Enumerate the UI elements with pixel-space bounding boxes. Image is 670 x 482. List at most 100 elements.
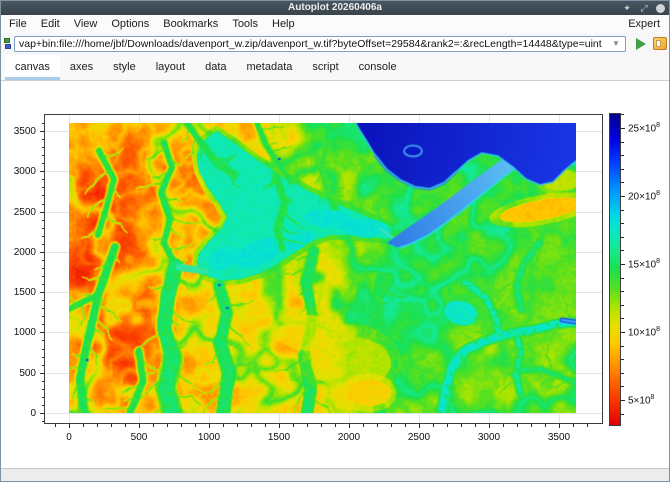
x-axis-minor-tick [167,424,168,427]
x-axis-minor-tick [433,424,434,427]
colorbar-minor-tick [621,182,624,183]
y-axis-minor-tick [42,260,45,261]
x-tick-label: 3500 [539,432,579,443]
y-axis-minor-tick [42,365,45,366]
x-axis-minor-tick [545,424,546,427]
x-axis-minor-tick [125,424,126,427]
y-axis-minor-tick [42,220,45,221]
y-axis-minor-tick [42,340,45,341]
y-tick-label: 3500 [2,126,36,137]
colorbar-tick-label: 5×108 [628,394,654,406]
colorbar-minor-tick [621,250,624,251]
y-axis-major-tick [40,292,44,293]
elevation-heatmap-image[interactable] [69,123,576,413]
x-axis-minor-tick [517,424,518,427]
x-tick-label: 2500 [399,432,439,443]
x-axis-minor-tick [377,424,378,427]
x-axis-minor-tick [573,424,574,427]
x-axis-minor-tick [265,424,266,427]
colorbar-minor-tick [621,223,624,224]
y-axis-minor-tick [42,324,45,325]
x-axis-minor-tick [335,424,336,427]
x-axis-minor-tick [293,424,294,427]
x-axis-major-tick [419,424,420,428]
colorbar-minor-tick [621,114,624,115]
y-axis-major-tick [40,252,44,253]
y-axis-minor-tick [42,389,45,390]
x-axis-minor-tick [223,424,224,427]
y-gridline [45,413,603,414]
colorbar-minor-tick [621,278,624,279]
y-axis-minor-tick [42,381,45,382]
x-axis-minor-tick [363,424,364,427]
x-axis-minor-tick [195,424,196,427]
x-axis-minor-tick [587,424,588,427]
y-tick-label: 1000 [2,327,36,338]
colorbar-major-tick [621,400,625,401]
y-axis-minor-tick [42,163,45,164]
x-axis-major-tick [209,424,210,428]
y-axis-minor-tick [42,179,45,180]
colorbar-minor-tick [621,142,624,143]
y-axis-minor-tick [42,187,45,188]
colorbar-minor-tick [621,346,624,347]
y-axis-minor-tick [42,276,45,277]
y-axis-major-tick [40,373,44,374]
y-axis-minor-tick [42,244,45,245]
x-axis-minor-tick [83,424,84,427]
x-axis-minor-tick [307,424,308,427]
y-tick-label: 1500 [2,287,36,298]
x-axis-minor-tick [181,424,182,427]
x-tick-label: 3000 [469,432,509,443]
y-axis-minor-tick [42,228,45,229]
colorbar-minor-tick [621,373,624,374]
y-axis-minor-tick [42,268,45,269]
x-axis-minor-tick [531,424,532,427]
y-tick-label: 0 [2,408,36,419]
y-axis-major-tick [40,171,44,172]
colorbar-major-tick [621,264,625,265]
y-axis-major-tick [40,131,44,132]
y-tick-label: 2000 [2,247,36,258]
colorbar-minor-tick [621,414,624,415]
colorbar-minor-tick [621,291,624,292]
x-axis-minor-tick [97,424,98,427]
y-axis-minor-tick [42,300,45,301]
x-axis-major-tick [559,424,560,428]
y-axis-minor-tick [42,349,45,350]
y-axis-major-tick [40,212,44,213]
colorbar-minor-tick [621,318,624,319]
x-axis-minor-tick [447,424,448,427]
colorbar-tick-label: 25×108 [628,122,660,134]
x-axis-minor-tick [55,424,56,427]
y-axis-minor-tick [42,316,45,317]
colorbar-major-tick [621,128,625,129]
y-axis-minor-tick [42,155,45,156]
colorbar-minor-tick [621,305,624,306]
colorbar-tick-label: 10×108 [628,326,660,338]
colorbar-minor-tick [621,155,624,156]
colorbar-minor-tick [621,386,624,387]
colorbar-minor-tick [621,359,624,360]
x-axis-major-tick [489,424,490,428]
y-axis-minor-tick [42,123,45,124]
colorbar-major-tick [621,332,625,333]
x-axis-minor-tick [251,424,252,427]
colorbar-major-tick [621,196,625,197]
x-tick-label: 500 [119,432,159,443]
x-tick-label: 1000 [189,432,229,443]
x-tick-label: 1500 [259,432,299,443]
x-axis-major-tick [279,424,280,428]
y-axis-minor-tick [42,204,45,205]
autoplot-window: Autoplot 20260406a ✦ ⤢ FileEditViewOptio… [0,0,670,482]
y-axis-minor-tick [42,308,45,309]
colorbar-tick-label: 15×108 [628,258,660,270]
x-axis-major-tick [69,424,70,428]
colorbar-minor-tick [621,210,624,211]
x-tick-label: 0 [49,432,89,443]
x-axis-minor-tick [461,424,462,427]
x-axis-minor-tick [321,424,322,427]
x-axis-minor-tick [503,424,504,427]
x-tick-label: 2000 [329,432,369,443]
x-axis-minor-tick [405,424,406,427]
